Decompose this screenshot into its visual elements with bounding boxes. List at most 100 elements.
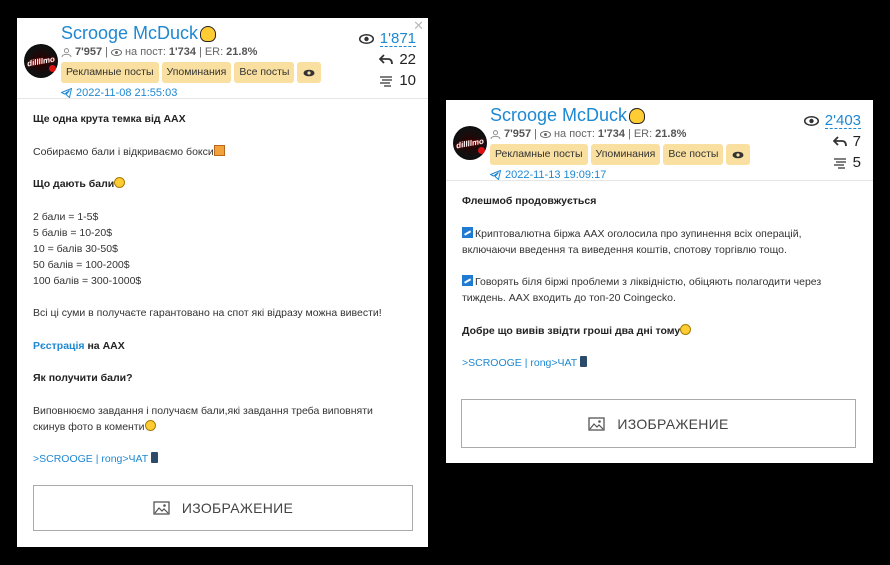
telegram-icon [61,88,72,98]
subscribers-count: 7'957 [504,128,532,140]
channel-name[interactable]: Scrooge McDuck [490,105,750,125]
er-label: ER: [633,128,653,140]
views-count[interactable]: 1'871 [379,31,416,47]
post-line: Собираємо бали і відкриваємо бокси [33,144,414,160]
filter-buttons: Рекламные посты Упоминания Все посты [61,62,322,83]
mentions-button[interactable]: Упоминания [590,144,661,165]
per-post-value: 1'734 [168,46,196,58]
reply-arrow-icon [832,136,847,147]
post-line: 10 = балів 30-50$ [33,242,118,255]
channel-name[interactable]: Scrooge McDuck [61,23,321,43]
eye-icon [803,115,819,126]
subscribers-icon [61,47,72,57]
comments-icon [833,157,846,169]
post-metrics: 1'871 22 10 [358,28,416,91]
ad-posts-button[interactable]: Рекламные посты [490,144,588,165]
view-button[interactable] [726,144,751,165]
views-count[interactable]: 2'403 [824,113,861,129]
post-header: dillllmo Scrooge McDuck 7'957 | на пост:… [446,100,873,181]
post-metrics: 2'403 7 5 [803,110,861,173]
comments-count: 10 [399,72,416,89]
phone-icon [580,356,588,367]
gift-icon [213,144,225,156]
separator: | [105,46,108,58]
post-card: dillllmo Scrooge McDuck 7'957 | на пост:… [446,100,873,463]
ad-posts-button[interactable]: Рекламные посты [61,62,159,83]
reposts-count: 22 [399,51,416,68]
per-post-label: на пост: [124,46,166,58]
er-value: 21.8% [655,128,687,140]
avatar-text: dillllmo [26,54,56,68]
eye-icon [732,151,744,158]
separator: | [627,128,631,140]
post-line: Рєстрація на AAX [33,338,414,354]
subscribers-icon [490,129,501,139]
comments-icon [380,75,393,87]
channel-avatar[interactable]: dillllmo [453,126,487,160]
post-line-text: Виповнюємо завдання і получаєм бали,які … [33,404,373,433]
chat-link[interactable]: >SCROOGE | rong>ЧАТ [462,357,577,369]
chat-link[interactable]: >SCROOGE | rong>ЧАТ [33,453,148,465]
close-icon[interactable]: ✕ [413,18,424,34]
all-posts-button[interactable]: Все посты [234,62,295,83]
er-label: ER: [204,46,224,58]
post-body: Флешмоб продовжується Криптовалютна бірж… [446,180,873,371]
post-date[interactable]: 2022-11-13 19:09:17 [505,169,606,181]
per-post-label: на пост: [553,128,595,140]
image-icon [153,501,170,515]
post-date-link[interactable]: 2022-11-08 21:55:03 [61,87,321,99]
channel-avatar[interactable]: dillllmo [24,44,58,78]
channel-stats: 7'957 | на пост: 1'734 | ER: 21.8% [490,128,750,140]
reposts-count: 7 [852,133,861,150]
comments-metric: 10 [359,70,416,91]
post-line: Криптовалютна біржа AAX оголосила про зу… [462,226,847,258]
post-line-text: Криптовалютна біржа AAX оголосила про зу… [462,227,802,256]
image-button-label[interactable]: ИЗОБРАЖЕНИЕ [182,500,293,516]
mentions-button[interactable]: Упоминания [161,62,232,83]
avatar-text: dillllmo [455,136,485,150]
pointing-hand-icon [144,419,156,431]
image-button[interactable]: ИЗОБРАЖЕНИЕ [461,399,856,448]
reply-arrow-icon [379,54,394,65]
eye-icon [358,33,374,44]
post-line: Що дають бали [33,176,414,192]
view-button[interactable] [297,62,322,83]
image-button-label[interactable]: ИЗОБРАЖЕНИЕ [617,416,728,432]
channel-name-text[interactable]: Scrooge McDuck [61,23,198,43]
views-metric: 1'871 [358,28,416,49]
post-line-text: Собираємо бали і відкриваємо бокси [33,145,214,158]
registration-link[interactable]: Рєстрація [33,340,85,352]
chart-down-icon [462,275,473,286]
post-line-text: Добре що вивів звідти гроші два дні тому [462,324,681,337]
post-card: dillllmo Scrooge McDuck 7'957 | на пост:… [17,18,428,547]
channel-name-text[interactable]: Scrooge McDuck [490,105,627,125]
image-button[interactable]: ИЗОБРАЖЕНИЕ [33,485,413,531]
eye-icon [303,69,315,76]
separator: | [198,46,202,58]
post-line: Як получити бали? [33,372,133,384]
post-header: dillllmo Scrooge McDuck 7'957 | на пост:… [17,18,428,99]
filter-buttons: Рекламные посты Упоминания Все посты [490,144,751,165]
post-date[interactable]: 2022-11-08 21:55:03 [76,87,177,99]
image-icon [588,416,606,431]
post-line: Всі ці суми в получаєте гарантовано на с… [33,307,382,319]
post-line: Добре що вивів звідти гроші два дні тому [462,323,859,339]
reposts-metric: 7 [804,131,861,152]
post-body: Ще одна крута темка від AAX Собираємо ба… [17,98,428,467]
waving-hand-icon [200,26,217,42]
post-line-text: Що дають бали [33,178,115,190]
separator: | [534,128,537,140]
all-posts-button[interactable]: Все посты [663,144,724,165]
post-date-link[interactable]: 2022-11-13 19:09:17 [490,169,750,181]
phone-icon [151,452,159,463]
channel-stats: 7'957 | на пост: 1'734 | ER: 21.8% [61,46,321,58]
comments-count: 5 [852,154,861,171]
telegram-icon [490,170,501,180]
post-line: Виповнюємо завдання і получаєм бали,які … [33,403,383,435]
post-line-text: на AAX [84,339,125,352]
post-line: 50 балів = 100-200$ [33,258,130,271]
post-line: 100 балів = 300-1000$ [33,274,142,287]
per-post-value: 1'734 [597,128,625,140]
er-value: 21.8% [226,46,258,58]
eye-icon [539,130,551,138]
